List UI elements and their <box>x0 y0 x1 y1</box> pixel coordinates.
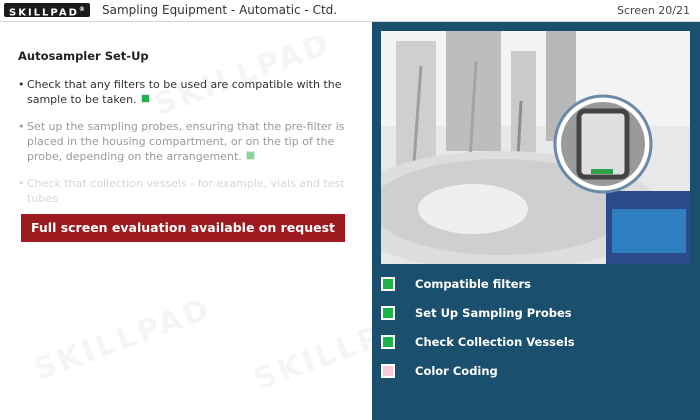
topic-check-collection-vessels[interactable]: Check Collection Vessels <box>381 332 681 352</box>
evaluation-banner[interactable]: Full screen evaluation available on requ… <box>21 214 345 242</box>
media-panel: Compatible filters Set Up Sampling Probe… <box>372 22 700 420</box>
status-square-icon <box>381 306 395 320</box>
autosampler-image-icon <box>381 31 690 264</box>
bullet-item: Check that any filters to be used are co… <box>18 77 348 107</box>
topic-label: Compatible filters <box>415 277 532 291</box>
skillpad-logo: SKILLPAD® <box>4 3 90 19</box>
topic-label: Color Coding <box>415 364 498 378</box>
autosampler-photo <box>381 31 690 264</box>
logo-registered-mark: ® <box>78 6 85 13</box>
status-square-icon <box>381 364 395 378</box>
bullet-item: Set up the sampling probes, ensuring tha… <box>18 119 348 164</box>
topic-label: Set Up Sampling Probes <box>415 306 572 320</box>
title-bar: SKILLPAD® Sampling Equipment - Automatic… <box>0 0 700 22</box>
page-title: Sampling Equipment - Automatic - Ctd. <box>102 3 338 17</box>
logo-text: SKILLPAD <box>9 7 79 19</box>
watermark: SKILLPAD <box>29 291 216 388</box>
content-panel: SKILLPAD SKILLPAD SKILLPAD Autosampler S… <box>0 22 436 420</box>
status-square-icon <box>381 335 395 349</box>
bullet-text: Set up the sampling probes, ensuring tha… <box>27 120 345 163</box>
status-square-icon <box>381 277 395 291</box>
bullet-item: Check that collection vessels - for exam… <box>18 176 348 206</box>
check-square-icon <box>245 151 255 160</box>
topic-set-up-sampling-probes[interactable]: Set Up Sampling Probes <box>381 303 681 323</box>
section-title: Autosampler Set-Up <box>18 49 149 63</box>
bullet-text: Check that any filters to be used are co… <box>27 78 342 106</box>
check-square-icon <box>140 94 150 103</box>
topic-compatible-filters[interactable]: Compatible filters <box>381 274 681 294</box>
bullet-text: Check that collection vessels - for exam… <box>27 177 345 205</box>
topic-color-coding[interactable]: Color Coding <box>381 361 681 381</box>
topic-label: Check Collection Vessels <box>415 335 575 349</box>
screen-counter: Screen 20/21 <box>616 4 690 17</box>
bullet-list: Check that any filters to be used are co… <box>18 77 348 218</box>
